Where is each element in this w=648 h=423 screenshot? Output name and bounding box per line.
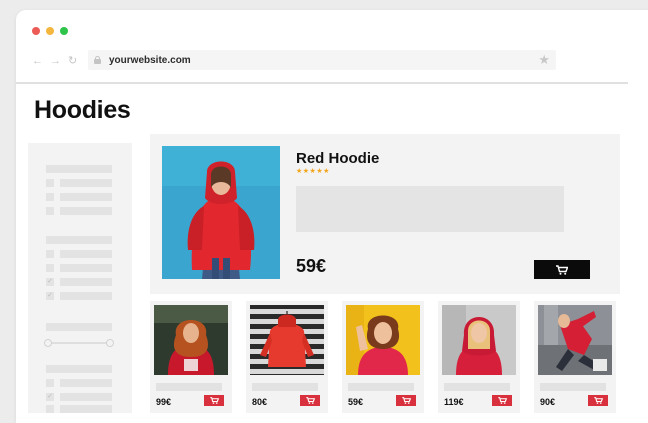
window-controls <box>32 27 68 35</box>
address-bar[interactable]: yourwebsite.com ★ <box>88 50 556 70</box>
cart-icon <box>209 397 219 404</box>
cart-icon <box>593 397 603 404</box>
add-to-cart-button[interactable] <box>300 395 320 406</box>
filter-option-placeholder <box>60 379 112 387</box>
filter-heading-placeholder <box>46 323 112 331</box>
filter-checkbox[interactable] <box>46 193 54 201</box>
product-name-placeholder <box>540 383 606 391</box>
product-price: 90€ <box>540 397 556 407</box>
reload-icon[interactable]: ↻ <box>68 55 77 67</box>
product-name-placeholder <box>156 383 222 391</box>
product-card[interactable]: 119€ <box>438 301 520 413</box>
filter-option-placeholder <box>60 250 112 258</box>
cart-icon <box>497 397 507 404</box>
cart-icon <box>556 264 568 275</box>
product-price: 80€ <box>252 397 268 407</box>
lock-icon <box>94 56 101 64</box>
filter-checkbox[interactable] <box>46 179 54 187</box>
add-to-cart-button[interactable] <box>492 395 512 406</box>
product-photo[interactable] <box>154 305 228 375</box>
checkmark-icon: ✓ <box>47 278 53 285</box>
browser-window: ← → ↻ yourwebsite.com ★ Hoodies ✓ ✓ ✓ Re… <box>16 10 648 423</box>
filter-option-placeholder <box>60 393 112 401</box>
price-range-track[interactable] <box>50 342 110 344</box>
minimize-window-dot[interactable] <box>46 27 54 35</box>
product-price: 59€ <box>348 397 364 407</box>
product-photo[interactable] <box>346 305 420 375</box>
filter-checkbox[interactable] <box>46 405 54 413</box>
filter-heading-placeholder <box>46 165 112 173</box>
filter-checkbox[interactable] <box>46 379 54 387</box>
product-card[interactable]: 99€ <box>150 301 232 413</box>
filter-checkbox[interactable] <box>46 264 54 272</box>
filter-option-placeholder <box>60 292 112 300</box>
featured-product-price: 59€ <box>296 256 327 276</box>
filter-heading-placeholder <box>46 365 112 373</box>
cart-icon <box>305 397 315 404</box>
description-placeholder <box>296 186 564 232</box>
cart-icon <box>401 397 411 404</box>
back-arrow-icon[interactable]: ← <box>32 55 43 67</box>
filter-heading-placeholder <box>46 236 112 244</box>
product-card[interactable]: 90€ <box>534 301 616 413</box>
toolbar-divider <box>16 82 628 84</box>
price-range-max-handle[interactable] <box>106 339 114 347</box>
add-to-cart-button[interactable] <box>396 395 416 406</box>
product-name-placeholder <box>444 383 510 391</box>
filter-sidebar: ✓ ✓ ✓ <box>28 143 132 413</box>
close-window-dot[interactable] <box>32 27 40 35</box>
product-price: 99€ <box>156 397 172 407</box>
featured-product-name[interactable]: Red Hoodie <box>296 150 379 167</box>
product-card[interactable]: 80€ <box>246 301 328 413</box>
product-name-placeholder <box>252 383 318 391</box>
product-photo[interactable] <box>538 305 612 375</box>
product-price: 119€ <box>444 397 464 407</box>
filter-option-placeholder <box>60 278 112 286</box>
add-to-cart-button[interactable] <box>588 395 608 406</box>
product-card[interactable]: 59€ <box>342 301 424 413</box>
filter-option-placeholder <box>60 179 112 187</box>
featured-product-photo[interactable] <box>162 146 280 279</box>
maximize-window-dot[interactable] <box>60 27 68 35</box>
rating-stars: ★★★★★ <box>296 168 330 175</box>
product-photo[interactable] <box>442 305 516 375</box>
checkmark-icon: ✓ <box>47 292 53 299</box>
star-icon[interactable]: ★ <box>538 52 550 68</box>
filter-option-placeholder <box>60 405 112 413</box>
filter-option-placeholder <box>60 193 112 201</box>
price-range-min-handle[interactable] <box>44 339 52 347</box>
add-to-cart-button[interactable] <box>204 395 224 406</box>
product-name-placeholder <box>348 383 414 391</box>
filter-checkbox[interactable] <box>46 250 54 258</box>
product-photo[interactable] <box>250 305 324 375</box>
browser-nav: ← → ↻ <box>32 51 84 71</box>
page-title: Hoodies <box>34 96 131 124</box>
featured-product-card: Red Hoodie ★★★★★ 59€ <box>150 134 620 294</box>
filter-checkbox[interactable] <box>46 207 54 215</box>
forward-arrow-icon[interactable]: → <box>50 55 61 67</box>
filter-option-placeholder <box>60 264 112 272</box>
filter-option-placeholder <box>60 207 112 215</box>
checkmark-icon: ✓ <box>47 393 53 400</box>
add-to-cart-button[interactable] <box>534 260 590 279</box>
url-text: yourwebsite.com <box>109 54 191 66</box>
